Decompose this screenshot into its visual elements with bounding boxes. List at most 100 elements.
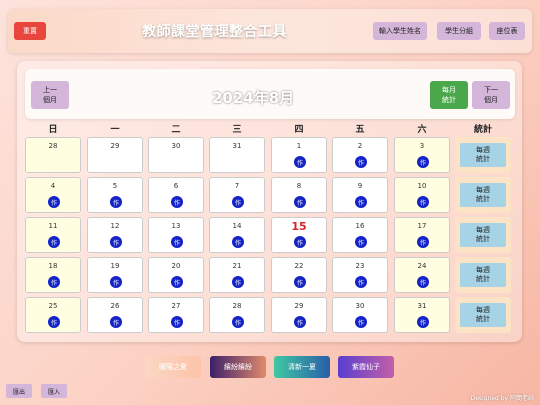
calendar-day-cell[interactable]: 2作 [332, 137, 388, 173]
monthly-stats-button[interactable]: 每月 統計 [430, 81, 468, 109]
calendar-day-cell[interactable]: 18 作 [25, 257, 81, 293]
homework-badge[interactable]: 作 [417, 276, 429, 288]
homework-badge[interactable]: 作 [110, 196, 122, 208]
calendar-day-cell[interactable]: 16 作 [332, 217, 388, 253]
weekday-header: 三 [232, 125, 242, 135]
weekly-stats-button[interactable]: 每週 統計 [460, 303, 506, 327]
calendar-day-cell[interactable]: 15 作 [271, 217, 327, 253]
calendar-day-cell[interactable]: 6作 [148, 177, 204, 213]
homework-badge[interactable]: 作 [232, 236, 244, 248]
calendar-day-cell[interactable]: 10 作 [394, 177, 450, 213]
calendar-day-cell[interactable]: 12 作 [87, 217, 143, 253]
homework-badge[interactable]: 作 [417, 196, 429, 208]
homework-badge[interactable]: 作 [355, 316, 367, 328]
weekly-stats-cell: 每週 統計 [455, 137, 511, 173]
calendar-day-cell[interactable]: 31 作 [394, 297, 450, 333]
calendar-day-cell[interactable]: 19 作 [87, 257, 143, 293]
day-number: 27 [171, 302, 181, 310]
weekday-header: 日 [48, 125, 58, 135]
calendar-day-cell[interactable]: 28 作 [209, 297, 265, 333]
theme-colorful-button[interactable]: 繽紛繽紛 [210, 356, 266, 378]
enter-student-names-button[interactable]: 輸入學生姓名 [373, 22, 427, 40]
day-number: 21 [232, 262, 242, 270]
day-number: 28 [232, 302, 242, 310]
calendar-day-cell[interactable]: 30 [148, 137, 204, 173]
calendar-day-cell[interactable]: 22 作 [271, 257, 327, 293]
calendar-day-cell[interactable]: 3作 [394, 137, 450, 173]
day-number: 6 [173, 182, 179, 190]
theme-purple-fairy-button[interactable]: 紫霞仙子 [338, 356, 394, 378]
homework-badge[interactable]: 作 [171, 316, 183, 328]
calendar-day-cell[interactable]: 17 作 [394, 217, 450, 253]
homework-badge[interactable]: 作 [110, 316, 122, 328]
calendar-day-cell[interactable]: 29 作 [271, 297, 327, 333]
previous-month-button[interactable]: 上一 個月 [31, 81, 69, 109]
calendar-day-cell[interactable]: 11 作 [25, 217, 81, 253]
homework-badge[interactable]: 作 [355, 276, 367, 288]
homework-badge[interactable]: 作 [294, 156, 306, 168]
weekly-stats-button[interactable]: 每週 統計 [460, 183, 506, 207]
homework-badge[interactable]: 作 [232, 316, 244, 328]
homework-badge[interactable]: 作 [294, 196, 306, 208]
homework-badge[interactable]: 作 [110, 276, 122, 288]
calendar-day-cell[interactable]: 5作 [87, 177, 143, 213]
homework-badge[interactable]: 作 [48, 316, 60, 328]
weekly-stats-button[interactable]: 每週 統計 [460, 223, 506, 247]
homework-badge[interactable]: 作 [110, 236, 122, 248]
homework-badge[interactable]: 作 [48, 196, 60, 208]
weekly-stats-button[interactable]: 每週 統計 [460, 143, 506, 167]
day-number: 31 [417, 302, 427, 310]
weekday-header: 一 [110, 125, 120, 135]
homework-badge[interactable]: 作 [294, 236, 306, 248]
homework-badge[interactable]: 作 [355, 156, 367, 168]
homework-badge[interactable]: 作 [355, 196, 367, 208]
calendar-day-cell[interactable]: 26 作 [87, 297, 143, 333]
theme-fresh-summer-button[interactable]: 清新一夏 [274, 356, 330, 378]
calendar-day-cell[interactable]: 4作 [25, 177, 81, 213]
next-month-button[interactable]: 下一 個月 [472, 81, 510, 109]
homework-badge[interactable]: 作 [171, 276, 183, 288]
calendar-day-cell[interactable]: 8作 [271, 177, 327, 213]
homework-badge[interactable]: 作 [417, 236, 429, 248]
homework-badge[interactable]: 作 [417, 316, 429, 328]
calendar-day-cell[interactable]: 29 [87, 137, 143, 173]
homework-badge[interactable]: 作 [417, 156, 429, 168]
weekly-stats-cell: 每週 統計 [455, 217, 511, 253]
calendar-day-cell[interactable]: 27 作 [148, 297, 204, 333]
calendar-day-cell[interactable]: 30 作 [332, 297, 388, 333]
import-button[interactable]: 匯入 [41, 384, 67, 398]
calendar-day-cell[interactable]: 20 作 [148, 257, 204, 293]
calendar-day-cell[interactable]: 7作 [209, 177, 265, 213]
homework-badge[interactable]: 作 [232, 196, 244, 208]
homework-badge[interactable]: 作 [355, 236, 367, 248]
app-title: 教師課堂管理整合工具 [142, 24, 287, 40]
homework-badge[interactable]: 作 [48, 276, 60, 288]
calendar-day-cell[interactable]: 21 作 [209, 257, 265, 293]
calendar-day-cell[interactable]: 28 [25, 137, 81, 173]
homework-badge[interactable]: 作 [171, 236, 183, 248]
calendar-day-cell[interactable]: 9作 [332, 177, 388, 213]
weekly-stats-cell: 每週 統計 [455, 257, 511, 293]
day-number: 29 [294, 302, 304, 310]
calendar-day-cell[interactable]: 24 作 [394, 257, 450, 293]
calendar-day-cell[interactable]: 25 作 [25, 297, 81, 333]
reset-button[interactable]: 重置 [14, 22, 46, 40]
day-number: 13 [171, 222, 181, 230]
calendar-day-cell[interactable]: 14 作 [209, 217, 265, 253]
seating-chart-button[interactable]: 座位表 [489, 22, 525, 40]
homework-badge[interactable]: 作 [171, 196, 183, 208]
homework-badge[interactable]: 作 [48, 236, 60, 248]
calendar-day-cell[interactable]: 1作 [271, 137, 327, 173]
export-button[interactable]: 匯出 [6, 384, 32, 398]
calendar-day-cell[interactable]: 31 [209, 137, 265, 173]
homework-badge[interactable]: 作 [294, 276, 306, 288]
weekly-stats-button[interactable]: 每週 統計 [460, 263, 506, 287]
homework-badge[interactable]: 作 [294, 316, 306, 328]
student-grouping-button[interactable]: 學生分組 [437, 22, 481, 40]
homework-badge[interactable]: 作 [232, 276, 244, 288]
calendar-day-cell[interactable]: 13 作 [148, 217, 204, 253]
theme-warm-summer-button[interactable]: 暖陽之夏 [145, 356, 201, 378]
day-number: 22 [294, 262, 304, 270]
calendar-day-cell[interactable]: 23 作 [332, 257, 388, 293]
day-number: 4 [50, 182, 56, 190]
